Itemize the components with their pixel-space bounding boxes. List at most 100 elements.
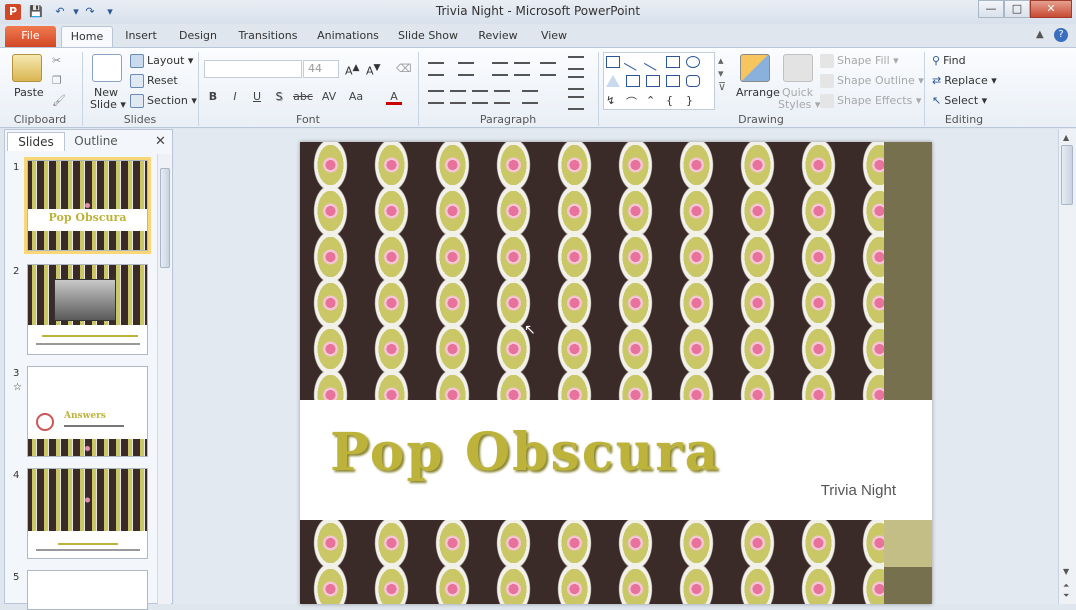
tab-home[interactable]: Home [61,26,113,47]
shape-effects-button[interactable]: Shape Effects ▾ [820,94,921,108]
workspace-scrollbar[interactable]: ▲ ▼ ⏶ ⏷ [1058,129,1076,604]
decrease-indent-icon[interactable] [492,62,508,76]
align-center-icon[interactable] [450,90,466,104]
minimize-ribbon-icon[interactable]: ▲ [1036,29,1044,40]
copy-icon[interactable]: ❐ [52,74,62,87]
paste-button[interactable]: Paste [14,86,44,99]
slide-thumbnail-1[interactable]: Pop Obscura [24,157,151,254]
arrow-shape-icon[interactable] [643,53,663,71]
character-spacing-button[interactable]: AV [318,89,340,105]
panel-scrollbar[interactable] [157,154,171,604]
block-arrow-shape-icon[interactable] [666,75,680,87]
line-shape-icon[interactable] [623,53,643,71]
shape-fill-button[interactable]: Shape Fill ▾ [820,54,899,68]
shapes-gallery[interactable]: ↯ ⌒ ⌃ { } [603,52,715,110]
justify-icon[interactable] [494,90,510,104]
scribble-shape-icon[interactable]: ⌃ [646,94,660,107]
slide-title[interactable]: Pop Obscura [330,422,900,483]
underline-button[interactable]: U [249,89,265,105]
new-slide-dropdown[interactable]: Slide ▾ [90,98,126,111]
quick-styles-icon[interactable] [783,54,813,82]
replace-button[interactable]: ⇄ Replace ▾ [932,74,997,88]
tab-design[interactable]: Design [174,26,222,47]
connector-shape-icon[interactable] [626,75,640,87]
panel-tab-slides[interactable]: Slides [7,132,65,151]
tab-insert[interactable]: Insert [120,26,162,47]
freeform-shape-icon[interactable]: ⌒ [626,94,640,109]
panel-scrollbar-thumb[interactable] [160,168,170,268]
format-painter-icon[interactable]: 🖌 [52,94,66,107]
reset-button[interactable]: Reset [130,74,178,88]
clear-formatting-icon[interactable]: ⌫ [396,62,412,75]
slide-number: 2 [13,266,20,277]
scroll-up-icon[interactable]: ▲ [1063,133,1069,142]
find-button[interactable]: ⚲ Find [932,54,966,68]
help-icon[interactable]: ? [1054,28,1068,42]
italic-button[interactable]: I [227,89,243,105]
section-button[interactable]: Section ▾ [130,94,197,108]
font-size-combo[interactable]: 44 [303,60,339,78]
numbering-icon[interactable] [458,62,474,76]
bullets-icon[interactable] [428,62,444,76]
workspace-scrollbar-thumb[interactable] [1061,145,1073,205]
panel-tab-outline[interactable]: Outline [67,132,125,151]
textbox-shape-icon[interactable] [606,56,620,68]
columns-icon[interactable] [522,90,538,104]
close-panel-icon[interactable]: ✕ [155,134,166,149]
triangle-shape-icon[interactable] [606,75,620,87]
group-label-font: Font [296,113,320,126]
maximize-button[interactable]: □ [1004,0,1030,18]
font-color-button[interactable]: A [386,89,402,105]
thumbnail-title: Pop Obscura [48,211,127,224]
increase-indent-icon[interactable] [514,62,530,76]
change-case-button[interactable]: Aa [346,89,366,105]
previous-slide-icon[interactable]: ⏶ [1063,581,1069,591]
line-spacing-icon[interactable] [540,62,556,76]
shapes-gallery-scroll[interactable]: ▴ ▾ ⊽ [718,54,726,93]
paste-icon[interactable] [12,54,42,82]
arrange-icon[interactable] [740,54,770,82]
tab-file[interactable]: File [5,26,56,47]
slide-thumbnail-5[interactable] [27,570,148,610]
align-right-icon[interactable] [472,90,488,104]
tab-transitions[interactable]: Transitions [234,26,302,47]
select-button[interactable]: ↖ Select ▾ [932,94,987,108]
tab-slide-show[interactable]: Slide Show [394,26,462,47]
slide-workspace[interactable]: Pop Obscura Trivia Night ↖ [174,129,1058,604]
tab-review[interactable]: Review [474,26,522,47]
minimize-button[interactable]: — [978,0,1004,18]
shape-outline-button[interactable]: Shape Outline ▾ [820,74,924,88]
shrink-font-icon[interactable]: A▼ [366,62,381,78]
rectangle-shape-icon[interactable] [666,56,680,68]
close-button[interactable]: ✕ [1030,0,1072,18]
align-left-icon[interactable] [428,90,444,104]
grow-font-icon[interactable]: A▲ [345,62,360,78]
slide-thumbnail-3[interactable]: Answers [27,366,148,457]
smartart-icon[interactable] [568,96,584,110]
layout-button[interactable]: Layout ▾ [130,54,193,68]
slide-canvas[interactable]: Pop Obscura Trivia Night ↖ [300,142,932,604]
arrange-button[interactable]: Arrange [736,86,780,99]
oval-shape-icon[interactable] [686,56,700,68]
scroll-down-icon[interactable]: ▼ [1063,567,1069,576]
slide-subtitle[interactable]: Trivia Night [821,482,896,499]
align-text-icon[interactable] [568,76,584,90]
font-name-combo[interactable] [204,60,302,78]
tab-view[interactable]: View [534,26,574,47]
cut-icon[interactable]: ✂ [52,54,61,67]
next-slide-icon[interactable]: ⏷ [1063,591,1069,601]
flowchart-shape-icon[interactable] [686,75,700,87]
quick-styles-dropdown[interactable]: Styles ▾ [778,98,820,111]
tab-animations[interactable]: Animations [314,26,382,47]
bold-button[interactable]: B [205,89,221,105]
slide-thumbnail-2[interactable] [27,264,148,355]
strikethrough-button[interactable]: abc [291,89,315,105]
brace-right-shape-icon[interactable]: } [686,94,700,107]
elbow-shape-icon[interactable] [646,75,660,87]
shadow-button[interactable]: S [271,89,287,105]
slide-thumbnail-4[interactable] [27,468,148,559]
text-direction-icon[interactable] [568,56,584,70]
brace-left-shape-icon[interactable]: { [666,94,680,107]
new-slide-icon[interactable] [92,54,122,82]
curve-shape-icon[interactable]: ↯ [606,94,620,107]
